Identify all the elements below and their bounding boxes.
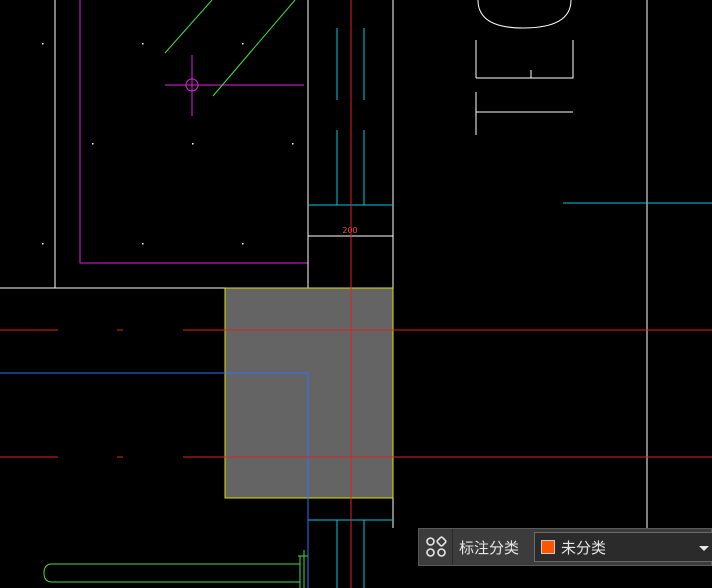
green-fixture — [43, 550, 308, 588]
annotation-category-panel: 标注分类 未分类 — [418, 528, 712, 566]
grid-categories-icon — [425, 536, 447, 557]
category-select[interactable]: 未分类 — [534, 532, 712, 562]
column-block[interactable] — [224, 287, 394, 499]
chevron-down-icon[interactable] — [697, 541, 711, 555]
dimension-text: 200 — [342, 226, 357, 235]
green-diagonals — [164, 0, 296, 97]
magenta-room-outline — [79, 0, 308, 264]
cad-drawing-canvas[interactable]: 200 — [0, 0, 712, 588]
grid-categories-button[interactable] — [419, 529, 453, 565]
category-color-swatch — [541, 540, 555, 554]
category-label: 标注分类 — [459, 538, 520, 557]
category-select-value: 未分类 — [561, 538, 607, 557]
